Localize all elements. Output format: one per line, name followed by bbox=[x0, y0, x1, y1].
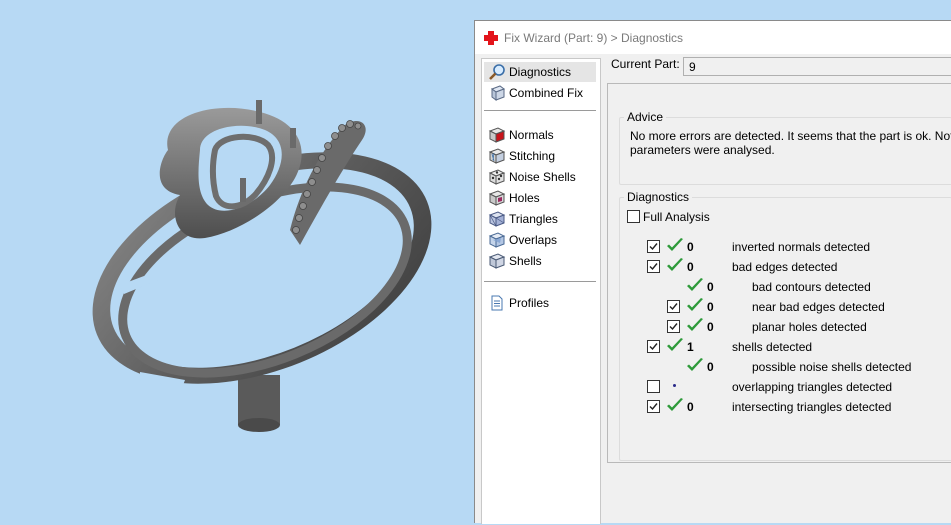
current-part-label: Current Part: bbox=[611, 57, 680, 71]
nav-label: Triangles bbox=[509, 212, 558, 226]
nav-label: Stitching bbox=[509, 149, 556, 163]
advice-legend: Advice bbox=[627, 110, 664, 124]
row-count: 0 bbox=[707, 280, 714, 294]
row-checkbox[interactable] bbox=[647, 260, 660, 273]
nav-label: Combined Fix bbox=[509, 86, 584, 100]
row-checkbox[interactable] bbox=[647, 380, 660, 393]
advice-text: No more errors are detected. It seems th… bbox=[630, 129, 951, 157]
row-label: shells detected bbox=[732, 340, 813, 354]
row-count: 0 bbox=[687, 400, 694, 414]
nav-label: Noise Shells bbox=[509, 170, 576, 184]
row-label: possible noise shells detected bbox=[752, 360, 912, 374]
noise-shells-icon bbox=[488, 169, 506, 185]
row-checkbox[interactable] bbox=[647, 240, 660, 253]
document-icon bbox=[491, 295, 503, 311]
row-count: 0 bbox=[707, 300, 714, 314]
row-count: 0 bbox=[687, 240, 694, 254]
row-count: 0 bbox=[687, 260, 694, 274]
row-label: planar holes detected bbox=[752, 320, 867, 334]
ok-check-icon bbox=[667, 258, 683, 271]
row-checkbox[interactable] bbox=[667, 320, 680, 333]
nav-item-triangles[interactable]: Triangles bbox=[484, 209, 596, 229]
advice-line-1: No more errors are detected. It seems th… bbox=[630, 129, 951, 143]
advice-line-2: parameters were analysed. bbox=[630, 143, 775, 157]
nav-item-profiles[interactable]: Profiles bbox=[484, 293, 596, 313]
overlaps-cube-icon bbox=[488, 232, 506, 248]
ok-check-icon bbox=[687, 298, 703, 311]
shells-cube-icon bbox=[488, 253, 506, 269]
row-count: 0 bbox=[707, 360, 714, 374]
row-count: 1 bbox=[687, 340, 694, 354]
nav-item-holes[interactable]: Holes bbox=[484, 188, 596, 208]
current-part-field[interactable]: 9 bbox=[683, 57, 951, 76]
nav-divider bbox=[484, 110, 596, 111]
combined-fix-icon bbox=[490, 85, 506, 101]
nav-item-overlaps[interactable]: Overlaps bbox=[484, 230, 596, 250]
nav-item-stitching[interactable]: Stitching bbox=[484, 146, 596, 166]
full-analysis-label: Full Analysis bbox=[643, 210, 710, 224]
ok-check-icon bbox=[687, 278, 703, 291]
full-analysis-checkbox[interactable] bbox=[627, 210, 640, 223]
pending-dot-icon bbox=[673, 384, 676, 387]
ok-check-icon bbox=[667, 398, 683, 411]
nav-label: Overlaps bbox=[509, 233, 558, 247]
triangles-cube-icon bbox=[488, 211, 506, 227]
wizard-nav: Diagnostics Combined Fix Normals Stitchi… bbox=[481, 58, 601, 524]
row-label: bad contours detected bbox=[752, 280, 871, 294]
ok-check-icon bbox=[667, 238, 683, 251]
row-checkbox[interactable] bbox=[667, 300, 680, 313]
row-count: 0 bbox=[707, 320, 714, 334]
red-cross-icon bbox=[484, 31, 498, 45]
window-title: Fix Wizard (Part: 9) > Diagnostics bbox=[504, 31, 684, 45]
nav-item-shells[interactable]: Shells bbox=[484, 251, 596, 271]
current-part-value: 9 bbox=[689, 60, 696, 74]
row-label: intersecting triangles detected bbox=[732, 400, 892, 414]
ok-check-icon bbox=[687, 318, 703, 331]
nav-item-normals[interactable]: Normals bbox=[484, 125, 596, 145]
nav-item-noise-shells[interactable]: Noise Shells bbox=[484, 167, 596, 187]
ok-check-icon bbox=[667, 338, 683, 351]
title-bar[interactable]: Fix Wizard (Part: 9) > Diagnostics bbox=[475, 21, 951, 54]
nav-label: Diagnostics bbox=[509, 65, 572, 79]
row-checkbox[interactable] bbox=[647, 400, 660, 413]
ok-check-icon bbox=[687, 358, 703, 371]
nav-label: Normals bbox=[509, 128, 554, 142]
ring-model bbox=[92, 100, 432, 432]
row-label: inverted normals detected bbox=[732, 240, 871, 254]
stitching-cube-icon bbox=[488, 148, 506, 164]
nav-item-combined-fix[interactable]: Combined Fix bbox=[484, 83, 596, 103]
3d-viewport[interactable] bbox=[0, 0, 474, 522]
nav-label: Shells bbox=[509, 254, 542, 268]
normals-cube-icon bbox=[488, 127, 506, 143]
row-label: overlapping triangles detected bbox=[732, 380, 893, 394]
nav-label: Profiles bbox=[509, 296, 550, 310]
magnifier-icon bbox=[489, 64, 505, 80]
row-checkbox[interactable] bbox=[647, 340, 660, 353]
row-label: near bad edges detected bbox=[752, 300, 885, 314]
row-label: bad edges detected bbox=[732, 260, 838, 274]
holes-cube-icon bbox=[488, 190, 506, 206]
diagnostics-legend: Diagnostics bbox=[627, 190, 690, 204]
nav-label: Holes bbox=[509, 191, 540, 205]
nav-item-diagnostics[interactable]: Diagnostics bbox=[484, 62, 596, 82]
nav-divider bbox=[484, 281, 596, 282]
